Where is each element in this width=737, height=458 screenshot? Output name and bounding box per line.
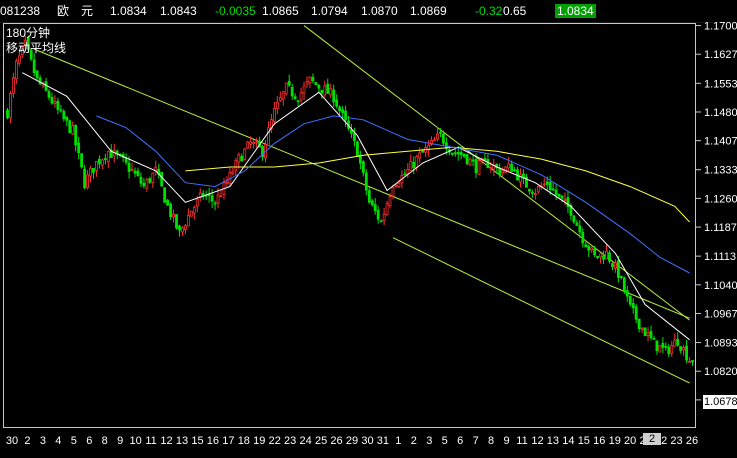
x-tick-label: 6 bbox=[457, 435, 463, 447]
x-tick-label: 10 bbox=[130, 435, 142, 447]
x-tick-label: 20 bbox=[624, 435, 636, 447]
x-tick-label: 31 bbox=[377, 435, 389, 447]
x-tick-label: 19 bbox=[253, 435, 265, 447]
x-tick-label: 30 bbox=[361, 435, 373, 447]
y-tick-label: 1.0967 bbox=[704, 308, 737, 320]
x-tick-label: 18 bbox=[238, 435, 250, 447]
x-tick-label: 9 bbox=[117, 435, 123, 447]
x-tick-label: 1 bbox=[395, 435, 401, 447]
x-tick-label: 6 bbox=[86, 435, 92, 447]
x-tick-label: 16 bbox=[207, 435, 219, 447]
y-tick-label: 1.1627 bbox=[704, 49, 737, 61]
x-tick-label: 11 bbox=[516, 435, 527, 447]
x-tick-label: 14 bbox=[562, 435, 574, 447]
x-tick-label: 30 bbox=[6, 435, 18, 447]
x-tick-label: 2 bbox=[24, 435, 30, 447]
x-tick-label: 8 bbox=[102, 435, 108, 447]
x-tick-label: 16 bbox=[593, 435, 605, 447]
period-label: 180分钟 bbox=[6, 26, 51, 40]
y-tick-label: 1.0893 bbox=[704, 338, 737, 350]
current-price-tag: 1.0678 bbox=[703, 395, 737, 409]
chart-label: 180分钟 移动平均线 bbox=[6, 26, 66, 56]
x-tick-label: 11 bbox=[145, 435, 156, 447]
y-tick-label: 1.1700 bbox=[704, 21, 737, 33]
y-tick-label: 1.1553 bbox=[704, 78, 737, 90]
x-tick-label: 12 bbox=[160, 435, 172, 447]
x-tick-label: 5 bbox=[442, 435, 448, 447]
x-tick-label: 17 bbox=[222, 435, 234, 447]
x-tick-label: 23 bbox=[670, 435, 682, 447]
x-tick-label: 8 bbox=[488, 435, 494, 447]
x-tick-label: 3 bbox=[40, 435, 46, 447]
x-tick-label: 15 bbox=[578, 435, 590, 447]
x-tick-label: 26 bbox=[686, 435, 698, 447]
x-tick-label: 13 bbox=[547, 435, 559, 447]
x-tick-label: 12 bbox=[531, 435, 543, 447]
y-tick-label: 1.1113 bbox=[704, 251, 736, 263]
x-tick-label: 13 bbox=[176, 435, 188, 447]
chart-frame bbox=[3, 23, 696, 428]
y-tick-label: 1.1260 bbox=[704, 193, 737, 205]
cursor-date-badge: 2 bbox=[643, 433, 661, 445]
y-tick-label: 1.1187 bbox=[704, 222, 737, 234]
y-tick-label: 1.0820 bbox=[704, 366, 737, 378]
x-tick-label: 23 bbox=[284, 435, 296, 447]
x-tick-label: 22 bbox=[269, 435, 281, 447]
indicator-label: 移动平均线 bbox=[6, 41, 67, 55]
x-tick-label: 26 bbox=[330, 435, 342, 447]
x-tick-label: 19 bbox=[609, 435, 621, 447]
x-tick-label: 3 bbox=[426, 435, 432, 447]
x-tick-label: 29 bbox=[346, 435, 358, 447]
y-tick-label: 1.1407 bbox=[704, 136, 737, 148]
x-tick-label: 9 bbox=[503, 435, 509, 447]
x-tick-label: 25 bbox=[315, 435, 327, 447]
x-tick-label: 15 bbox=[191, 435, 203, 447]
y-tick-label: 1.1480 bbox=[704, 107, 737, 119]
y-tick-label: 1.1040 bbox=[704, 280, 737, 292]
x-tick-label: 2 bbox=[411, 435, 417, 447]
y-tick-label: 1.1333 bbox=[704, 165, 737, 177]
x-tick-label: 24 bbox=[300, 435, 312, 447]
x-tick-label: 5 bbox=[71, 435, 77, 447]
x-tick-label: 4 bbox=[55, 435, 61, 447]
x-tick-label: 7 bbox=[473, 435, 479, 447]
